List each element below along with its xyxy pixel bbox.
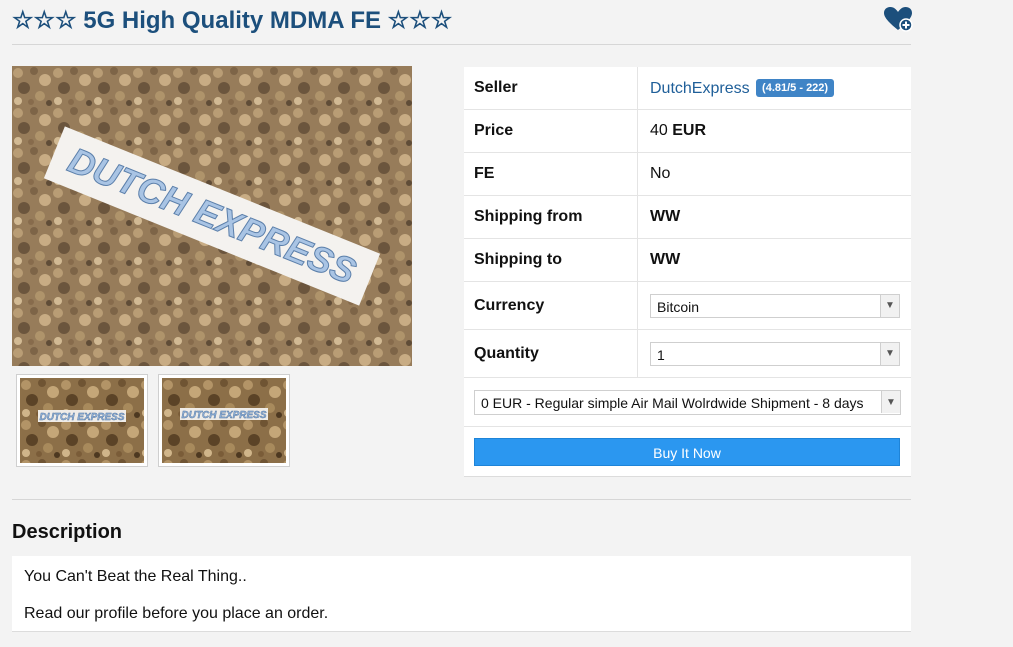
thumbnail-1-watermark: DUTCH EXPRESS — [39, 412, 124, 423]
quantity-label: Quantity — [464, 329, 638, 378]
price-currency: EUR — [672, 122, 707, 139]
chevron-down-icon[interactable]: ▼ — [881, 391, 900, 413]
currency-select[interactable]: Bitcoin ▼ — [650, 293, 900, 318]
shipping-from-row: Shipping from WW — [464, 195, 911, 239]
price-row: Price 40 EUR — [464, 109, 911, 153]
seller-link[interactable]: DutchExpress — [650, 80, 750, 97]
product-thumbnail-1[interactable]: DUTCH EXPRESS — [16, 374, 148, 467]
currency-row: Currency Bitcoin ▼ — [464, 281, 911, 330]
thumbnail-2-watermark: DUTCH EXPRESS — [181, 410, 266, 421]
buy-it-now-button[interactable]: Buy It Now — [474, 438, 900, 466]
description-heading: Description — [12, 521, 123, 543]
title-divider — [12, 44, 911, 45]
section-divider — [12, 499, 911, 500]
heart-plus-icon[interactable] — [882, 5, 914, 33]
product-main-image[interactable]: DUTCH EXPRESS — [12, 66, 412, 366]
shipping-option-select[interactable]: 0 EUR - Regular simple Air Mail Wolrdwid… — [474, 390, 901, 415]
fe-value: No — [637, 152, 911, 196]
shipping-option-value: 0 EUR - Regular simple Air Mail Wolrdwid… — [481, 395, 864, 411]
currency-label: Currency — [464, 281, 638, 330]
shipping-option-row: 0 EUR - Regular simple Air Mail Wolrdwid… — [464, 378, 911, 427]
quantity-select[interactable]: 1 ▼ — [650, 341, 900, 366]
description-line-1: You Can't Beat the Real Thing.. — [24, 568, 247, 585]
quantity-select-value: 1 — [657, 346, 665, 363]
seller-label: Seller — [464, 67, 638, 110]
listing-title: ☆☆☆ 5G High Quality MDMA FE ☆☆☆ — [12, 7, 453, 34]
seller-row: Seller DutchExpress (4.81/5 - 222) — [464, 67, 911, 110]
price-label: Price — [464, 109, 638, 153]
product-details-table: Seller DutchExpress (4.81/5 - 222) Price… — [464, 67, 911, 378]
product-thumbnail-2[interactable]: DUTCH EXPRESS — [158, 374, 290, 467]
shipping-to-row: Shipping to WW — [464, 238, 911, 282]
product-details-panel: Seller DutchExpress (4.81/5 - 222) Price… — [464, 67, 911, 477]
price-amount: 40 — [650, 122, 668, 139]
chevron-down-icon[interactable]: ▼ — [880, 294, 899, 317]
quantity-row: Quantity 1 ▼ — [464, 329, 911, 378]
description-line-2: Read our profile before you place an ord… — [24, 605, 329, 622]
shipping-from-value: WW — [637, 195, 911, 239]
shipping-from-label: Shipping from — [464, 195, 638, 239]
fe-label: FE — [464, 152, 638, 196]
chevron-down-icon[interactable]: ▼ — [880, 342, 899, 365]
seller-rating-badge: (4.81/5 - 222) — [756, 78, 835, 97]
currency-select-value: Bitcoin — [657, 298, 700, 315]
description-box: You Can't Beat the Real Thing.. Read our… — [12, 556, 911, 632]
fe-row: FE No — [464, 152, 911, 196]
shipping-to-label: Shipping to — [464, 238, 638, 282]
shipping-to-value: WW — [637, 238, 911, 282]
